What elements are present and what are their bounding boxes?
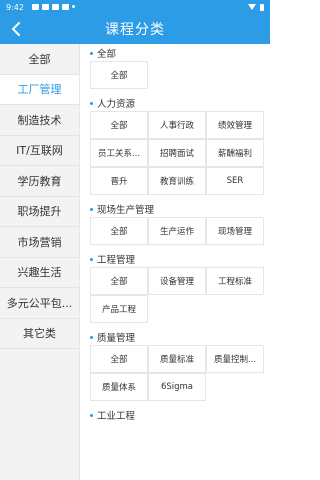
status-time: 9:42: [6, 2, 24, 12]
subcategory-chip[interactable]: 全部: [90, 267, 148, 295]
dot-icon: [71, 5, 75, 8]
subcategory-label: 质量标准: [159, 355, 194, 365]
subcategory-chip[interactable]: 设备管理: [148, 267, 206, 295]
subcategory-label: 全部: [110, 121, 128, 131]
subcategory-chip[interactable]: 产品工程: [90, 295, 148, 323]
section-title: 全部: [90, 45, 270, 61]
bullet-icon: [90, 101, 93, 105]
category-section: 人力资源全部 人事行政 绩效管理员工关系... 招聘面试 薪酬福利晋升 教育训练 SER: [90, 95, 270, 195]
section-title: 质量管理: [90, 329, 270, 345]
notification-icon: [61, 4, 69, 10]
subcategory-label: 工程标准: [217, 277, 252, 287]
category-section: 现场生产管理全部 生产运作 现场管理: [90, 201, 270, 245]
subcategory-chip[interactable]: 全部: [90, 217, 148, 245]
bullet-icon: [90, 207, 93, 211]
subcategory-label: 生产运作: [159, 227, 194, 237]
sidebar-item[interactable]: 职场提升: [0, 197, 79, 227]
subcategory-label: SER: [226, 176, 244, 186]
message-icon: [51, 4, 59, 10]
wifi-icon: [248, 4, 256, 10]
subcategory-label: 全部: [110, 355, 128, 365]
category-section: 质量管理全部 质量标准 质量控制... 质量体系 6Sigma: [90, 329, 270, 401]
section-title-label: 全部: [97, 49, 117, 60]
section-title: 工业工程: [90, 407, 270, 423]
battery-icon: [260, 3, 264, 11]
section-title-label: 现场生产管理: [97, 205, 155, 216]
subcategory-label: 6Sigma: [160, 382, 194, 392]
subcategory-label: 绩效管理: [217, 121, 252, 131]
category-section: 工程管理全部 设备管理 工程标准产品工程: [90, 251, 270, 323]
subcategory-label: 全部: [110, 227, 128, 237]
subcategory-grid: 全部 生产运作 现场管理: [90, 217, 270, 245]
subcategory-grid: 全部 设备管理 工程标准产品工程: [90, 267, 270, 323]
subcategory-chip[interactable]: SER: [206, 167, 264, 195]
section-title: 人力资源: [90, 95, 270, 111]
notification-icon: [31, 4, 39, 10]
subcategory-chip[interactable]: 人事行政: [148, 111, 206, 139]
sidebar-item[interactable]: 全部: [0, 44, 79, 75]
subcategory-chip[interactable]: 招聘面试: [148, 139, 206, 167]
subcategory-label: 招聘面试: [159, 149, 194, 159]
subcategory-chip[interactable]: 绩效管理: [206, 111, 264, 139]
sidebar-item[interactable]: IT/互联网: [0, 136, 79, 166]
subcategory-chip[interactable]: 质量控制...: [206, 345, 264, 373]
category-section: 全部 全部: [90, 45, 270, 89]
subcategory-label: 薪酬福利: [217, 149, 252, 159]
subcategory-chip[interactable]: 员工关系...: [90, 139, 148, 167]
sidebar-item[interactable]: 多元公平包...: [0, 288, 79, 319]
chevron-left-icon: [11, 22, 20, 36]
category-section: 工业工程: [90, 407, 270, 423]
app-header: 课程分类: [0, 14, 270, 44]
subcategory-chip[interactable]: 教育训练: [148, 167, 206, 195]
section-title: 工程管理: [90, 251, 270, 267]
subcategory-chip[interactable]: 全部: [90, 345, 148, 373]
subcategory-panel: 全部 全部 人力资源 全部 人事行政 绩效管理 员工关系... 招聘面试 薪酬福利 晋升 教育训练 S…: [90, 44, 270, 480]
subcategory-label: 设备管理: [159, 277, 194, 287]
section-title-label: 工程管理: [97, 255, 136, 266]
subcategory-label: 产品工程: [101, 305, 136, 315]
subcategory-chip[interactable]: 薪酬福利: [206, 139, 264, 167]
section-title: 现场生产管理: [90, 201, 270, 217]
bullet-icon: [90, 51, 93, 55]
back-button[interactable]: [6, 18, 26, 40]
subcategory-label: 晋升: [110, 177, 128, 187]
subcategory-chip[interactable]: 工程标准: [206, 267, 264, 295]
category-sidebar: 全部 工厂管理 制造技术 IT/互联网 学历教育 职场提升 市场营销 兴趣生活 多元公平包...…: [0, 44, 80, 480]
subcategory-chip[interactable]: 生产运作: [148, 217, 206, 245]
subcategory-chip[interactable]: 质量标准: [148, 345, 206, 373]
status-bar: 9:42: [0, 0, 270, 14]
page-title: 课程分类: [105, 22, 165, 38]
subcategory-label: 员工关系...: [97, 149, 141, 159]
section-title-label: 人力资源: [97, 99, 136, 110]
sidebar-item[interactable]: 兴趣生活: [0, 258, 79, 288]
sidebar-item[interactable]: 市场营销: [0, 227, 79, 258]
subcategory-label: 全部: [110, 71, 128, 81]
subcategory-label: 人事行政: [159, 121, 194, 131]
subcategory-grid: 全部 质量标准 质量控制... 质量体系 6Sigma: [90, 345, 270, 401]
section-title-label: 质量管理: [97, 333, 136, 344]
bullet-icon: [90, 257, 93, 261]
subcategory-label: 现场管理: [217, 227, 252, 237]
subcategory-chip[interactable]: 现场管理: [206, 217, 264, 245]
sidebar-item[interactable]: 制造技术: [0, 105, 79, 136]
subcategory-chip[interactable]: 6Sigma: [148, 373, 206, 401]
subcategory-grid: 全部 人事行政 绩效管理员工关系... 招聘面试 薪酬福利晋升 教育训练 SER: [90, 111, 270, 195]
subcategory-label: 全部: [110, 277, 128, 287]
subcategory-label: 教育训练: [159, 177, 194, 187]
sidebar-item[interactable]: 学历教育: [0, 166, 79, 197]
bullet-icon: [90, 413, 93, 417]
subcategory-grid: 全部: [90, 61, 270, 89]
notification-icon: [41, 4, 49, 10]
bullet-icon: [90, 335, 93, 339]
sidebar-item[interactable]: 其它类: [0, 319, 79, 349]
subcategory-chip[interactable]: 全部: [90, 61, 148, 89]
subcategory-chip[interactable]: 晋升: [90, 167, 148, 195]
subcategory-chip[interactable]: 质量体系: [90, 373, 148, 401]
subcategory-chip[interactable]: 全部: [90, 111, 148, 139]
subcategory-label: 质量体系: [101, 383, 136, 393]
subcategory-label: 质量控制...: [213, 355, 257, 365]
section-title-label: 工业工程: [97, 411, 136, 422]
sidebar-item[interactable]: 工厂管理: [0, 74, 79, 105]
